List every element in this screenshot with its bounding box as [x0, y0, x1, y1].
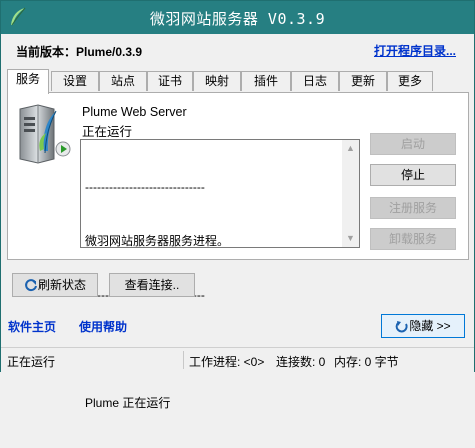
view-connections-button[interactable]: 查看连接.. — [109, 273, 195, 297]
hide-button-label: 隐藏 >> — [409, 319, 451, 333]
tab-updates[interactable]: 更新 — [339, 71, 387, 91]
server-name: Plume Web Server — [82, 105, 187, 119]
main-window: 微羽网站服务器 V0.3.9 当前版本：Plume/0.3.9 打开程序目录..… — [0, 0, 475, 410]
hide-arrow-icon — [395, 321, 408, 333]
hide-button[interactable]: 隐藏 >> — [381, 314, 465, 338]
memory-usage: 内存: 0 字节 — [334, 355, 399, 369]
version-label: 当前版本：Plume/0.3.9 — [16, 45, 143, 59]
connection-count: 连接数: 0 — [276, 355, 326, 369]
worker-process-count: 工作进程: <0> — [189, 355, 265, 369]
server-feather-icon — [19, 104, 71, 164]
tab-sites[interactable]: 站点 — [99, 71, 147, 91]
refresh-icon — [25, 279, 37, 292]
refresh-status-button[interactable]: 刷新状态 — [12, 273, 98, 297]
refresh-status-label: 刷新状态 — [37, 278, 86, 292]
status-divider — [183, 351, 184, 369]
log-line: 微羽网站服务器服务进程。 — [85, 234, 230, 248]
service-log-box[interactable]: ------------------------------ 微羽网站服务器服务… — [80, 139, 360, 410]
log-scrollbar[interactable]: ▲ ▼ — [342, 140, 359, 247]
status-text: 正在运行 — [7, 355, 56, 369]
tab-more[interactable]: 更多 — [387, 71, 433, 91]
tab-settings[interactable]: 设置 — [51, 71, 99, 91]
service-panel: Plume Web Server 正在运行 ------------------… — [7, 92, 469, 410]
open-program-dir-link[interactable]: 打开程序目录... — [374, 42, 456, 59]
unregister-service-button[interactable]: 卸载服务 — [370, 228, 456, 250]
tab-certificates[interactable]: 证书 — [147, 71, 193, 91]
scroll-down-icon[interactable]: ▼ — [342, 230, 359, 247]
tab-service[interactable]: 服务 — [7, 69, 49, 94]
register-service-button[interactable]: 注册服务 — [370, 197, 456, 219]
status-bar: 正在运行 工作进程: <0> 连接数: 0 内存: 0 字节 — [1, 347, 474, 372]
help-link[interactable]: 使用帮助 — [79, 318, 127, 335]
log-line: Plume 正在运行 — [85, 396, 171, 410]
log-line: ------------------------------ — [85, 180, 205, 194]
tab-mapping[interactable]: 映射 — [193, 71, 241, 91]
start-button[interactable]: 启动 — [370, 133, 456, 155]
window-title: 微羽网站服务器 V0.3.9 — [149, 10, 326, 28]
scroll-up-icon[interactable]: ▲ — [342, 140, 359, 157]
tab-plugins[interactable]: 插件 — [241, 71, 291, 91]
title-bar[interactable]: 微羽网站服务器 V0.3.9 — [1, 1, 474, 34]
stop-button[interactable]: 停止 — [370, 164, 456, 186]
homepage-link[interactable]: 软件主页 — [8, 318, 56, 335]
server-status: 正在运行 — [82, 125, 133, 139]
tab-logs[interactable]: 日志 — [291, 71, 339, 91]
